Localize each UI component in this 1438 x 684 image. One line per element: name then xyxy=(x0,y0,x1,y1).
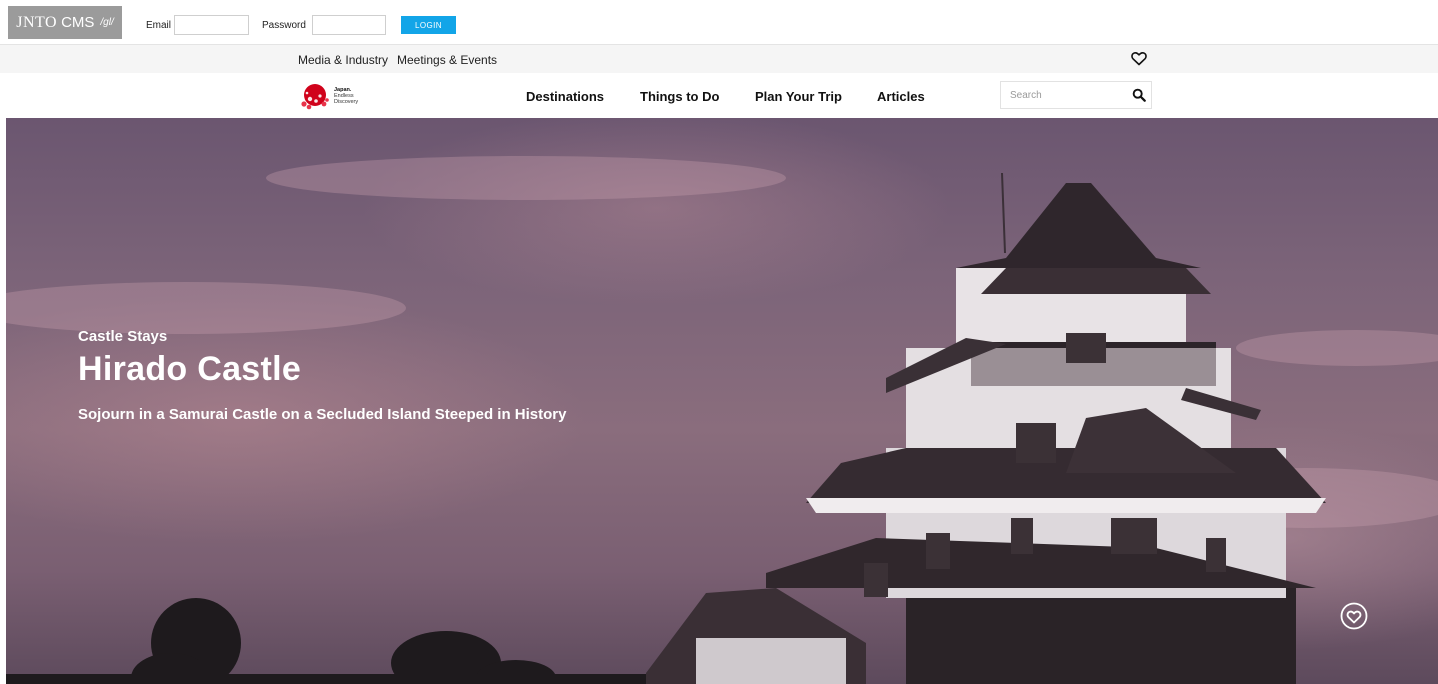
link-media-industry[interactable]: Media & Industry xyxy=(298,53,388,67)
password-label: Password xyxy=(262,20,306,31)
email-label: Email xyxy=(146,20,172,31)
cms-logo-path: /gl/ xyxy=(100,17,114,28)
cherry-blossom-logo-icon xyxy=(301,84,329,110)
hero-subtitle: Sojourn in a Samurai Castle on a Seclude… xyxy=(78,406,567,423)
nav-destinations[interactable]: Destinations xyxy=(526,89,604,104)
cms-logo[interactable]: JNTO CMS /gl/ xyxy=(8,6,122,39)
nav-plan-your-trip[interactable]: Plan Your Trip xyxy=(755,89,842,104)
search-icon[interactable] xyxy=(1132,88,1146,102)
search-box xyxy=(1000,81,1152,109)
search-input[interactable] xyxy=(1001,82,1139,108)
hero-title[interactable]: Hirado Castle xyxy=(78,350,301,389)
nav-things-to-do[interactable]: Things to Do xyxy=(640,89,719,104)
cms-login-bar: JNTO CMS /gl/ Email Password LOGIN xyxy=(0,0,1438,45)
nav-articles[interactable]: Articles xyxy=(877,89,925,104)
hirado-castle-photo xyxy=(6,156,1438,684)
main-navigation: Japan. Endless Discovery Destinations Th… xyxy=(0,73,1438,118)
heart-circle-icon[interactable] xyxy=(1340,602,1368,630)
link-meetings-events[interactable]: Meetings & Events xyxy=(397,53,497,67)
hero-banner[interactable]: Castle Stays Hirado Castle Sojourn in a … xyxy=(6,118,1438,684)
cms-logo-jnto: JNTO xyxy=(16,13,58,31)
brand-tagline-line3: Discovery xyxy=(334,99,359,105)
heart-icon[interactable] xyxy=(1131,51,1147,66)
cms-logo-cms: CMS xyxy=(61,14,95,31)
password-field[interactable] xyxy=(312,15,386,35)
email-field[interactable] xyxy=(174,15,249,35)
brand-logo[interactable]: Japan. Endless Discovery xyxy=(300,81,372,111)
hero-category[interactable]: Castle Stays xyxy=(78,328,167,345)
utility-bar: Media & Industry Meetings & Events xyxy=(0,45,1438,73)
login-button[interactable]: LOGIN xyxy=(401,16,456,34)
